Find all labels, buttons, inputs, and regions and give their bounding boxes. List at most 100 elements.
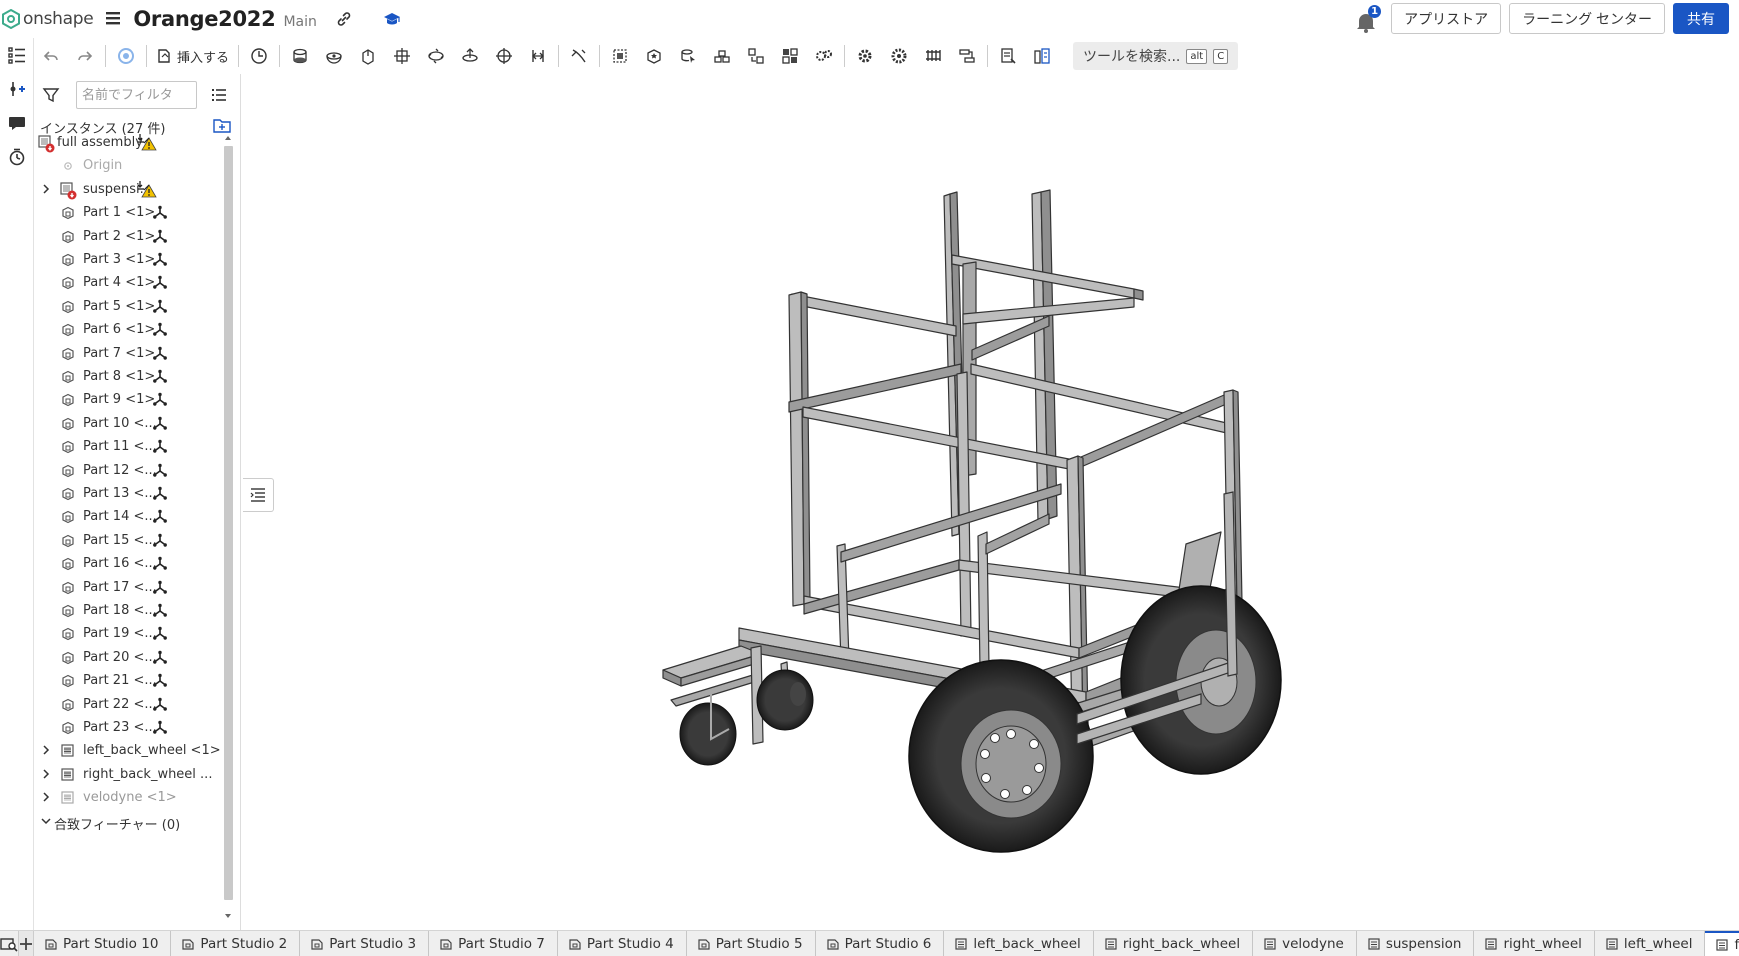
tab-manager-icon[interactable] bbox=[0, 931, 18, 956]
cart-assembly-model[interactable] bbox=[241, 74, 1739, 930]
fixed-mate-icon[interactable] bbox=[152, 486, 168, 502]
tree-row[interactable]: Part 2 <1> bbox=[34, 224, 234, 250]
document-tab[interactable]: right_wheel bbox=[1474, 931, 1595, 956]
tree-row[interactable]: left_back_wheel <1> bbox=[34, 738, 234, 764]
tree-row[interactable]: Origin bbox=[34, 153, 234, 179]
fixed-mate-icon[interactable] bbox=[152, 626, 168, 642]
tree-row[interactable]: Part 12 <... bbox=[34, 458, 234, 484]
menu-icon[interactable] bbox=[105, 7, 125, 31]
filter-icon[interactable] bbox=[42, 86, 60, 108]
link-icon[interactable] bbox=[335, 10, 353, 28]
fixed-mate-icon[interactable] bbox=[152, 533, 168, 549]
document-tab[interactable]: suspension bbox=[1357, 931, 1475, 956]
redo-icon[interactable] bbox=[68, 41, 102, 71]
fixed-mate-icon[interactable] bbox=[152, 509, 168, 525]
onshape-logo[interactable]: onshape bbox=[2, 9, 94, 29]
add-tab-button[interactable] bbox=[18, 931, 34, 956]
circular-pattern-icon[interactable] bbox=[739, 41, 773, 71]
tree-row[interactable]: Part 7 <1> bbox=[34, 341, 234, 367]
measure-icon[interactable] bbox=[991, 41, 1025, 71]
tree-row[interactable]: Part 18 <... bbox=[34, 598, 234, 624]
tree-row[interactable]: Part 11 <... bbox=[34, 434, 234, 460]
fixed-mate-icon[interactable] bbox=[152, 205, 168, 221]
panel-toggle-button[interactable] bbox=[243, 478, 274, 512]
app-store-button[interactable]: アプリストア bbox=[1391, 3, 1502, 34]
document-tab[interactable]: Part Studio 5 bbox=[687, 931, 816, 956]
tool-search-button[interactable]: ツールを検索... alt C bbox=[1073, 42, 1239, 70]
fixed-mate-icon[interactable] bbox=[152, 603, 168, 619]
slider-mate-icon[interactable] bbox=[351, 41, 385, 71]
learning-center-button[interactable]: ラーニング センター bbox=[1509, 3, 1665, 34]
tree-row[interactable]: suspensi... bbox=[34, 177, 234, 203]
add-instance-icon[interactable] bbox=[0, 72, 34, 106]
tree-row[interactable]: Part 19 <... bbox=[34, 621, 234, 647]
tree-row[interactable]: Part 13 <... bbox=[34, 481, 234, 507]
gear-icon[interactable] bbox=[848, 41, 882, 71]
filter-input[interactable] bbox=[76, 81, 197, 109]
document-tab[interactable]: Part Studio 10 bbox=[34, 931, 172, 956]
scroll-down-icon[interactable] bbox=[222, 911, 234, 921]
fixed-mate-icon[interactable] bbox=[152, 556, 168, 572]
fixed-mate-icon[interactable] bbox=[152, 439, 168, 455]
chevron-right-icon[interactable] bbox=[39, 767, 53, 781]
comments-icon[interactable] bbox=[0, 106, 34, 140]
chevron-down-icon[interactable] bbox=[39, 814, 53, 828]
tree-row[interactable]: Part 1 <1> bbox=[34, 200, 234, 226]
linear-relation-icon[interactable] bbox=[950, 41, 984, 71]
replicate-icon[interactable] bbox=[637, 41, 671, 71]
screw-relation-icon[interactable] bbox=[916, 41, 950, 71]
tree-row[interactable]: Part 8 <1> bbox=[34, 364, 234, 390]
tree-row[interactable]: Part 5 <1> bbox=[34, 294, 234, 320]
mate-warning-icon[interactable] bbox=[137, 133, 157, 151]
tree-row[interactable]: Part 4 <1> bbox=[34, 270, 234, 296]
document-tab[interactable]: Part Studio 6 bbox=[816, 931, 945, 956]
fixed-mate-icon[interactable] bbox=[152, 580, 168, 596]
tree-row[interactable]: Part 16 <... bbox=[34, 551, 234, 577]
document-title[interactable]: Orange2022 bbox=[133, 7, 275, 31]
notifications-button[interactable]: 1 bbox=[1355, 4, 1382, 34]
revolute-mate-icon[interactable] bbox=[317, 41, 351, 71]
group-icon[interactable] bbox=[603, 41, 637, 71]
tree-row[interactable]: Part 6 <1> bbox=[34, 317, 234, 343]
cylindrical-mate-icon[interactable] bbox=[419, 41, 453, 71]
pin-slot-mate-icon[interactable] bbox=[453, 41, 487, 71]
document-tab[interactable]: Part Studio 7 bbox=[429, 931, 558, 956]
branch-name[interactable]: Main bbox=[283, 14, 316, 30]
tree-row[interactable]: Part 22 <... bbox=[34, 692, 234, 718]
fixed-mate-icon[interactable] bbox=[152, 416, 168, 432]
fixed-mate-icon[interactable] bbox=[152, 673, 168, 689]
ball-mate-icon[interactable] bbox=[487, 41, 521, 71]
rack-pinion-icon[interactable] bbox=[882, 41, 916, 71]
tree-row[interactable]: Part 9 <1> bbox=[34, 387, 234, 413]
tree-row[interactable]: Part 15 <... bbox=[34, 528, 234, 554]
gear-relation-icon[interactable] bbox=[807, 41, 841, 71]
mate-connector-icon[interactable] bbox=[242, 41, 276, 71]
front-caster-right[interactable] bbox=[679, 694, 737, 766]
linear-pattern-icon[interactable] bbox=[705, 41, 739, 71]
explode-view-icon[interactable] bbox=[773, 41, 807, 71]
history-icon[interactable] bbox=[0, 140, 34, 174]
list-view-icon[interactable] bbox=[210, 86, 228, 108]
fixed-mate-icon[interactable] bbox=[152, 392, 168, 408]
tree-row[interactable]: Part 17 <... bbox=[34, 575, 234, 601]
tree-row[interactable]: Part 20 <... bbox=[34, 645, 234, 671]
share-button[interactable]: 共有 bbox=[1673, 3, 1729, 34]
tree-row[interactable]: Part 10 <... bbox=[34, 411, 234, 437]
chevron-right-icon[interactable] bbox=[39, 790, 53, 804]
document-tab[interactable]: Part Studio 2 bbox=[171, 931, 301, 956]
chevron-right-icon[interactable] bbox=[39, 743, 53, 757]
parallel-mate-icon[interactable] bbox=[521, 41, 555, 71]
fixed-mate-icon[interactable] bbox=[152, 229, 168, 245]
fixed-mate-icon[interactable] bbox=[152, 463, 168, 479]
chevron-right-icon[interactable] bbox=[39, 182, 53, 196]
fixed-mate-icon[interactable] bbox=[152, 697, 168, 713]
mate-features-section[interactable]: 合致フィーチャー (0) bbox=[34, 809, 234, 835]
tree-row[interactable]: Part 21 <... bbox=[34, 668, 234, 694]
tree-row[interactable]: full assembly bbox=[34, 130, 234, 156]
fixed-mate-icon[interactable] bbox=[152, 369, 168, 385]
document-tab[interactable]: fu bbox=[1705, 931, 1739, 956]
fastened-mate-icon[interactable] bbox=[283, 41, 317, 71]
fixed-mate-icon[interactable] bbox=[152, 252, 168, 268]
tree-row[interactable]: right_back_wheel ... bbox=[34, 762, 234, 788]
scroll-up-icon[interactable] bbox=[222, 133, 234, 143]
